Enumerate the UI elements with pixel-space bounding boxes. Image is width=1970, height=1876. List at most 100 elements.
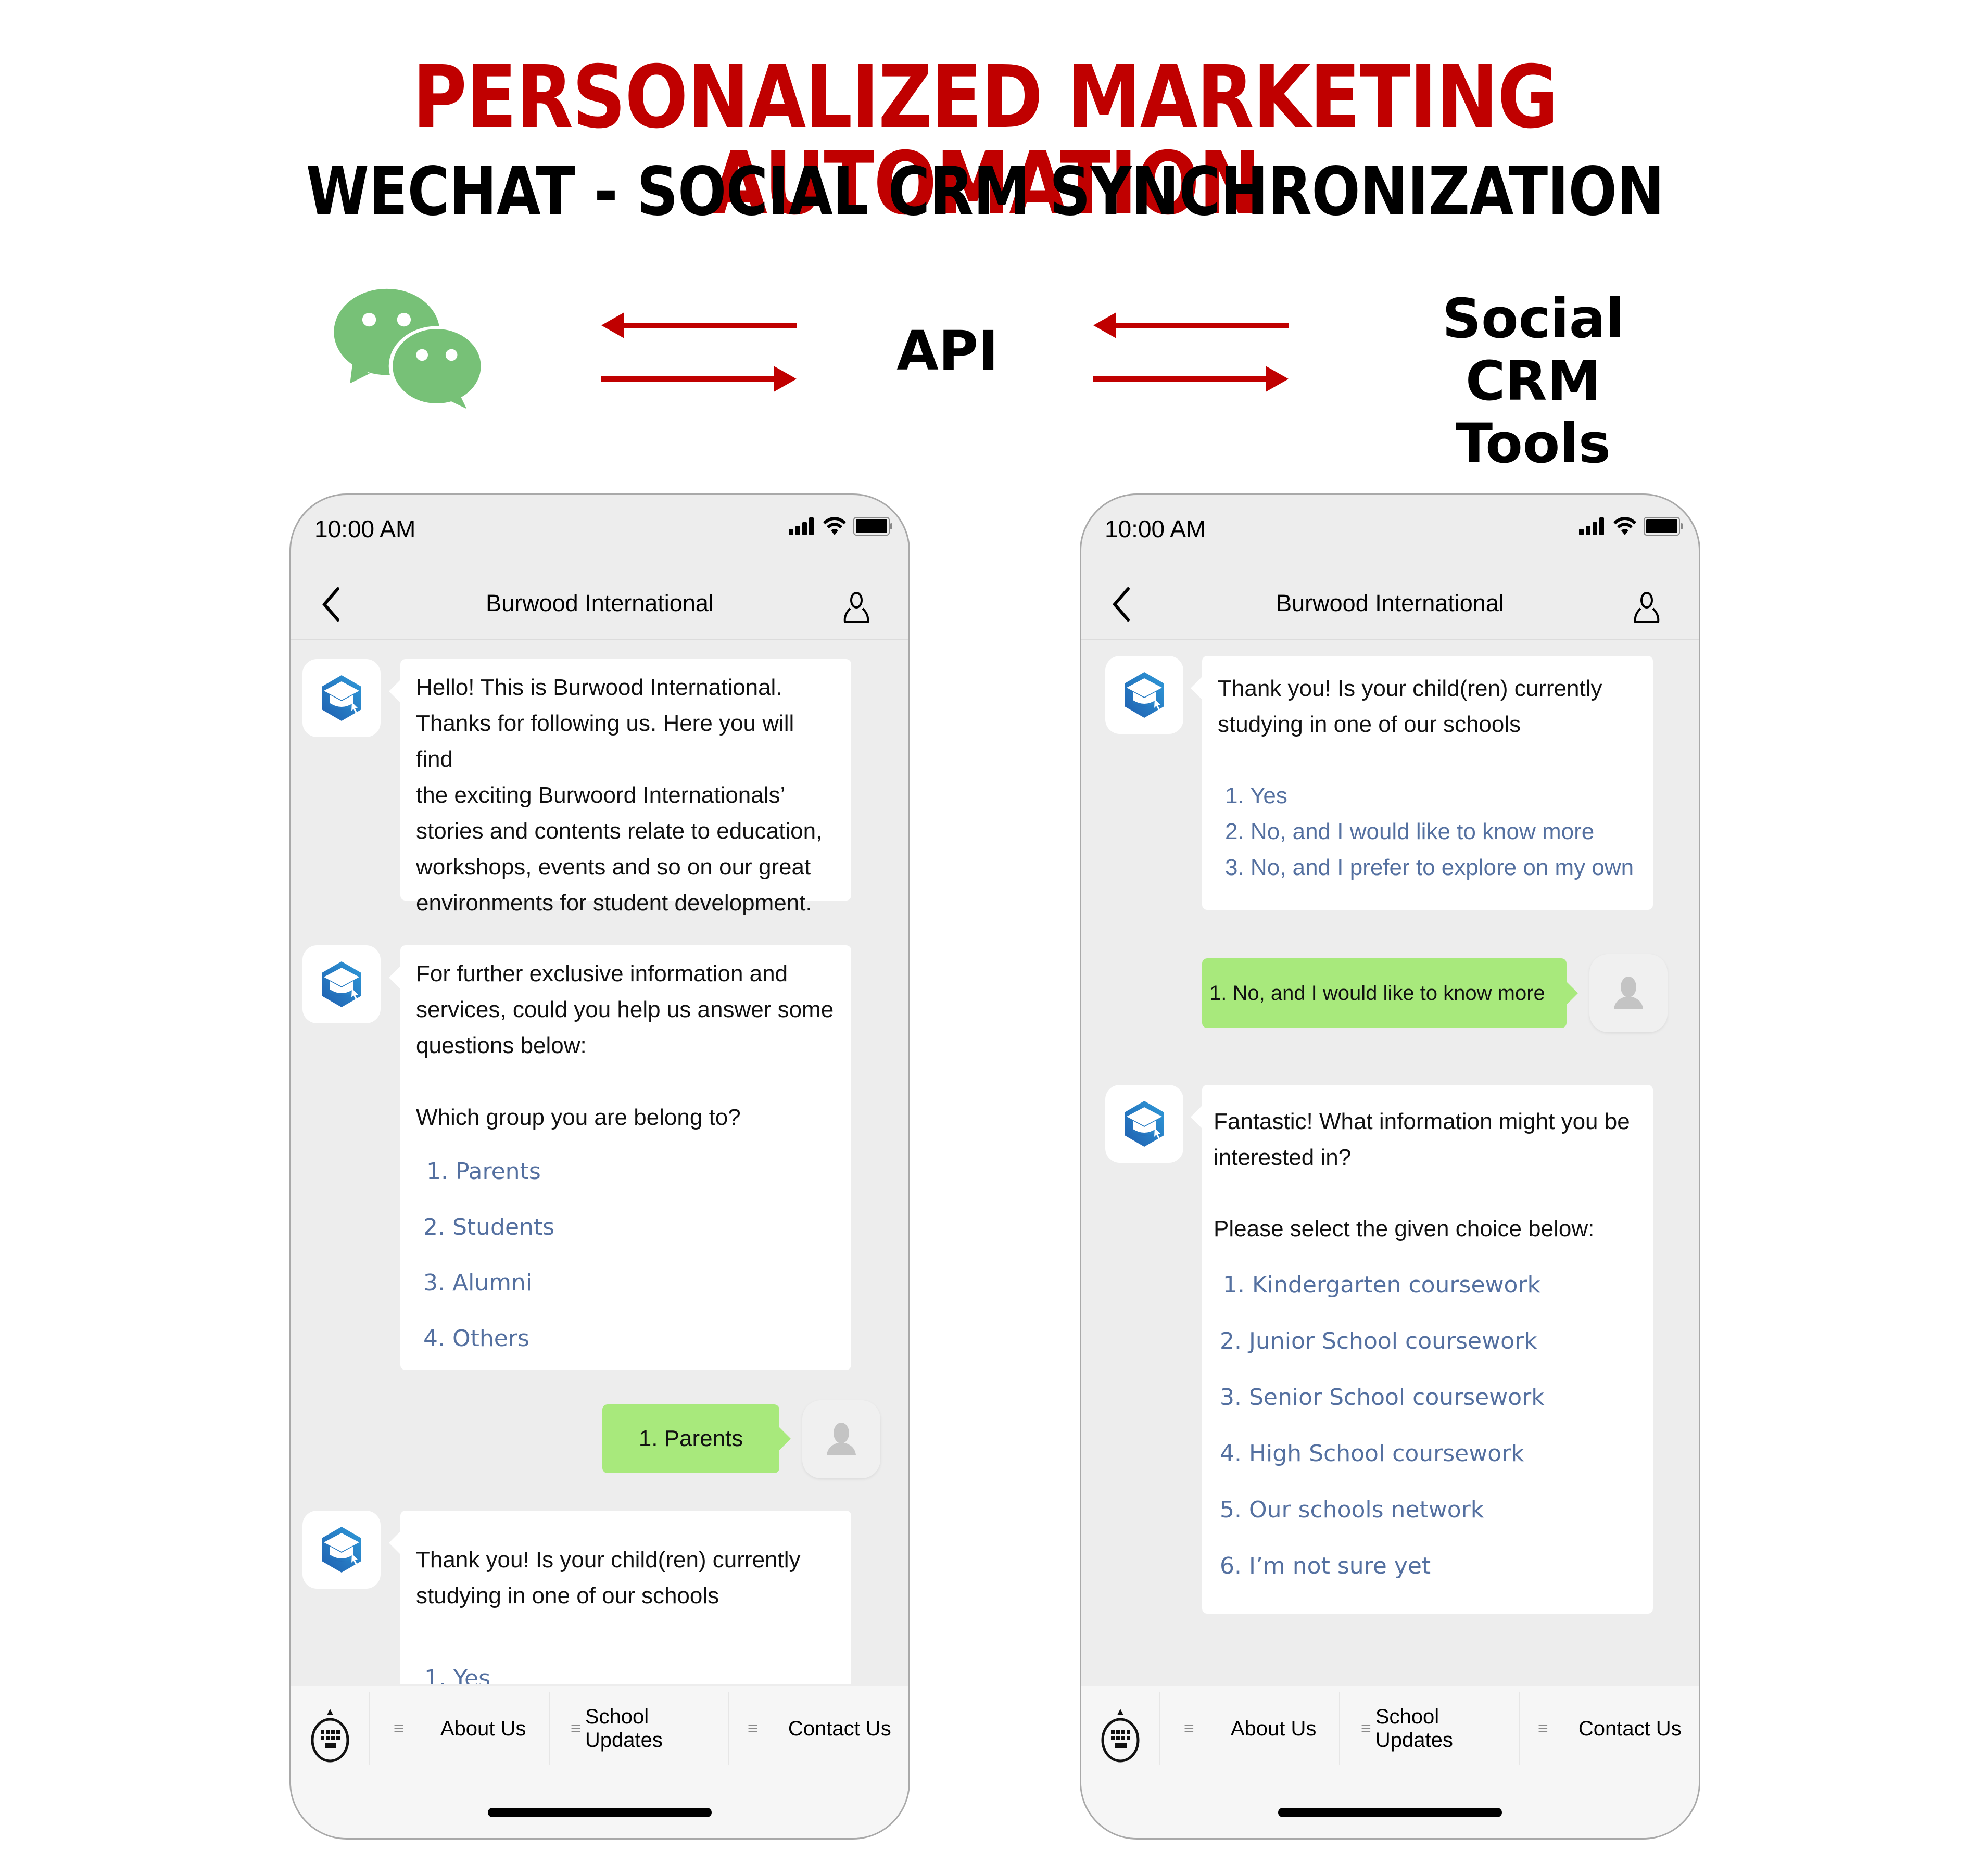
menu-list-icon: ≡ xyxy=(394,1718,404,1739)
page-subtitle: WECHAT - SOCIAL CRM SYNCHRONIZATION xyxy=(306,153,1665,231)
battery-icon xyxy=(1644,517,1683,536)
option-others[interactable]: 4. Others xyxy=(416,1311,836,1366)
bot-avatar xyxy=(302,659,381,737)
message-line: interested in? xyxy=(1214,1145,1352,1170)
option-students[interactable]: 2. Students xyxy=(416,1199,836,1255)
nav-title: Burwood International xyxy=(486,590,714,616)
status-time: 10:00 AM xyxy=(1105,515,1206,542)
signal-icon xyxy=(789,517,814,535)
nav-bar: Burwood International xyxy=(291,563,908,640)
keyboard-toggle-icon[interactable] xyxy=(307,1707,353,1764)
menu-contact-us[interactable]: ≡ Contact Us xyxy=(1519,1692,1698,1765)
bottom-menu-bar: ≡ About Us ≡ School Updates ≡ Contact Us xyxy=(1081,1686,1699,1838)
option-junior-school[interactable]: 2. Junior School coursework xyxy=(1214,1313,1637,1370)
social-crm-line2: Tools xyxy=(1456,412,1611,475)
message-line: Thank you! Is your child(ren) currently xyxy=(416,1547,801,1573)
question-text: Which group you are belong to? xyxy=(416,1105,741,1130)
arrow-left-1 xyxy=(601,312,797,338)
social-crm-label: Social CRM Tools xyxy=(1374,287,1692,475)
menu-list-icon: ≡ xyxy=(571,1718,581,1739)
option-not-sure[interactable]: 6. I’m not sure yet xyxy=(1214,1538,1637,1594)
chat-area[interactable]: Thank you! Is your child(ren) currently … xyxy=(1081,640,1699,1684)
menu-list-icon: ≡ xyxy=(1538,1718,1548,1739)
school-logo-icon xyxy=(322,1527,361,1573)
message-bubble: Thank you! Is your child(ren) currently … xyxy=(389,1511,851,1684)
person-icon xyxy=(1614,977,1643,1009)
wechat-icon xyxy=(328,284,495,424)
status-bar: 10:00 AM xyxy=(291,495,908,563)
school-logo-icon xyxy=(1125,1101,1164,1147)
menu-label: School Updates xyxy=(1375,1705,1453,1752)
menu-about-us[interactable]: ≡ About Us xyxy=(369,1692,549,1765)
menu-school-updates[interactable]: ≡ School Updates xyxy=(1339,1692,1519,1765)
arrow-left-2 xyxy=(1093,312,1289,338)
home-indicator[interactable] xyxy=(488,1808,712,1817)
menu-label: Contact Us xyxy=(1578,1717,1682,1740)
profile-icon[interactable] xyxy=(841,590,872,626)
option-kindergarten[interactable]: 1. Kindergarten coursework xyxy=(1214,1257,1637,1313)
signal-icon xyxy=(1579,517,1604,535)
message-line: For further exclusive information and xyxy=(416,961,788,986)
message-line: studying in one of our schools xyxy=(1218,712,1521,737)
message-line: studying in one of our schools xyxy=(416,1583,719,1608)
user-avatar xyxy=(802,1400,880,1478)
option-parents[interactable]: 1. Parents xyxy=(416,1144,836,1199)
message-bubble: Hello! This is Burwood International. Th… xyxy=(389,659,851,916)
menu-school-updates[interactable]: ≡ School Updates xyxy=(549,1692,728,1765)
option-schools-network[interactable]: 5. Our schools network xyxy=(1214,1482,1637,1538)
bot-avatar xyxy=(1105,656,1183,734)
message-line: Thanks for following us. Here you will f… xyxy=(416,711,794,772)
menu-list-icon: ≡ xyxy=(748,1718,758,1739)
message-line: Thank you! Is your child(ren) currently xyxy=(1218,676,1602,701)
nav-bar: Burwood International xyxy=(1081,563,1699,640)
phone-right: 10:00 AM Burwood International Thank you… xyxy=(1080,493,1700,1840)
menu-label: About Us xyxy=(1230,1717,1317,1740)
keyboard-toggle-icon[interactable] xyxy=(1097,1707,1144,1764)
battery-icon xyxy=(853,517,892,536)
status-time: 10:00 AM xyxy=(314,515,416,542)
option-senior-school[interactable]: 3. Senior School coursework xyxy=(1214,1370,1637,1426)
option-high-school[interactable]: 4. High School coursework xyxy=(1214,1426,1637,1482)
message-line: Fantastic! What information might you be xyxy=(1214,1109,1630,1134)
menu-label: Contact Us xyxy=(788,1717,891,1740)
menu-about-us[interactable]: ≡ About Us xyxy=(1159,1692,1339,1765)
api-label: API xyxy=(896,319,999,383)
menu-list-icon: ≡ xyxy=(1184,1718,1194,1739)
arrow-right-1 xyxy=(601,366,797,392)
message-line: Hello! This is Burwood International. xyxy=(416,675,782,700)
question-text: Please select the given choice below: xyxy=(1214,1216,1595,1241)
wifi-icon xyxy=(1613,517,1636,535)
bot-avatar xyxy=(302,945,381,1023)
bot-avatar xyxy=(1105,1085,1183,1163)
option-alumni[interactable]: 3. Alumni xyxy=(416,1255,836,1311)
bot-avatar xyxy=(302,1511,381,1589)
social-crm-line1: Social CRM xyxy=(1442,287,1624,413)
option-yes[interactable]: 1. Yes xyxy=(1218,778,1637,814)
phone-left: 10:00 AM Burwood International Hello! Th… xyxy=(289,493,910,1840)
option-know-more[interactable]: 2. No, and I would like to know more xyxy=(1218,814,1637,850)
school-logo-icon xyxy=(1125,672,1164,718)
school-logo-icon xyxy=(322,961,361,1007)
message-line: questions below: xyxy=(416,1033,587,1058)
user-avatar xyxy=(1589,954,1668,1032)
menu-contact-us[interactable]: ≡ Contact Us xyxy=(728,1692,908,1765)
message-line: workshops, events and so on our great xyxy=(416,854,811,880)
wifi-icon xyxy=(823,517,846,535)
option-explore-own[interactable]: 3. No, and I prefer to explore on my own xyxy=(1218,850,1637,885)
message-line: environments for student development. xyxy=(416,890,812,916)
menu-list-icon: ≡ xyxy=(1361,1718,1371,1739)
message-bubble: For further exclusive information and se… xyxy=(389,945,851,1370)
school-logo-icon xyxy=(322,675,361,721)
message-bubble: Thank you! Is your child(ren) currently … xyxy=(1191,656,1653,910)
user-bubble: 1. No, and I would like to know more xyxy=(1202,958,1578,1028)
message-bubble: Fantastic! What information might you be… xyxy=(1191,1085,1653,1614)
bottom-menu-bar: ≡ About Us ≡ School Updates ≡ Contact Us xyxy=(291,1686,908,1838)
option-yes[interactable]: 1. Yes xyxy=(416,1660,836,1684)
message-line: services, could you help us answer some xyxy=(416,997,834,1022)
home-indicator[interactable] xyxy=(1278,1808,1502,1817)
profile-icon[interactable] xyxy=(1631,590,1662,626)
person-icon xyxy=(827,1423,856,1455)
status-icons xyxy=(789,517,893,536)
chat-area[interactable]: Hello! This is Burwood International. Th… xyxy=(291,640,908,1684)
menu-label: School Updates xyxy=(585,1705,663,1752)
